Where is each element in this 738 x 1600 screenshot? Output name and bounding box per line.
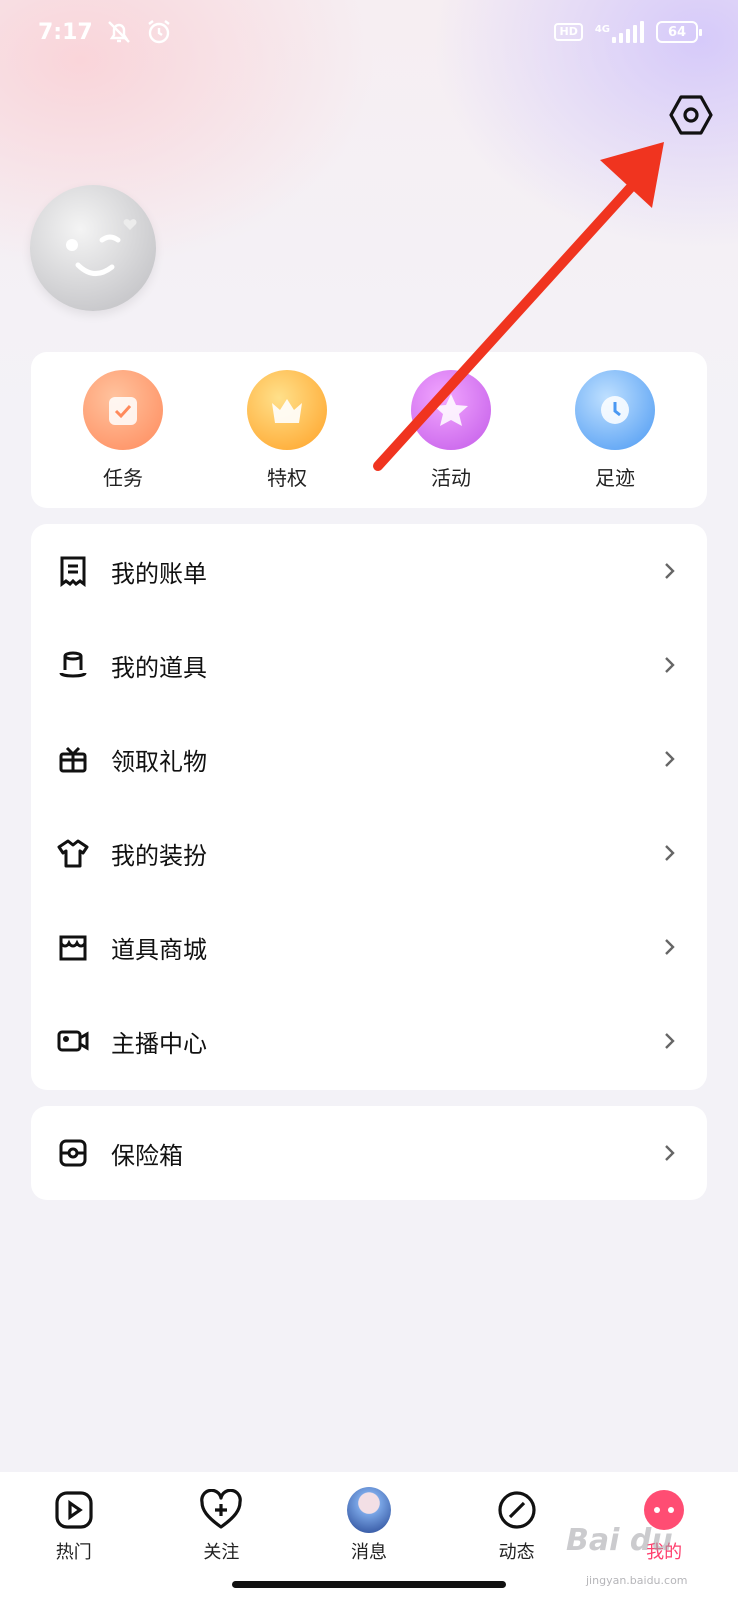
settings-button[interactable] <box>668 92 714 138</box>
star-icon <box>411 369 491 450</box>
chevron-right-icon <box>665 939 675 955</box>
message-avatar-icon <box>346 1487 391 1533</box>
nav-label: 消息 <box>350 1542 387 1563</box>
menu-item-bills[interactable]: 我的账单 <box>31 524 707 618</box>
quick-action-label: 活动 <box>431 465 471 490</box>
menu-item-safe[interactable]: 保险箱 <box>31 1106 707 1200</box>
settings-hexagon-icon <box>669 95 713 135</box>
nav-tab-hot[interactable]: 热门 <box>14 1488 134 1600</box>
slash-circle-icon <box>495 1488 539 1532</box>
quick-action-label: 足迹 <box>595 465 635 490</box>
nav-label: 动态 <box>498 1542 535 1563</box>
menu-item-label: 主播中心 <box>111 1029 207 1058</box>
wink-face-icon <box>66 219 137 276</box>
nav-label: 关注 <box>203 1542 240 1563</box>
mute-bell-icon <box>107 21 130 43</box>
chevron-right-icon <box>665 845 675 861</box>
nav-label: 热门 <box>55 1542 92 1563</box>
video-camera-icon <box>55 1023 91 1059</box>
crown-icon <box>247 369 327 450</box>
alarm-icon <box>148 20 170 44</box>
store-icon <box>55 929 91 965</box>
menu-item-gifts[interactable]: 领取礼物 <box>31 712 707 806</box>
menu-item-outfits[interactable]: 我的装扮 <box>31 806 707 900</box>
quick-action-footprint[interactable]: 足迹 <box>555 369 675 491</box>
bill-icon <box>55 553 91 589</box>
chevron-right-icon <box>665 1145 675 1161</box>
hat-icon <box>55 647 91 683</box>
menu-item-store[interactable]: 道具商城 <box>31 900 707 994</box>
menu-list: 我的账单 我的道具 领取礼物 我的装扮 道具商城 主播中心 <box>31 524 707 1090</box>
menu-item-label: 领取礼物 <box>111 747 207 776</box>
quick-action-privilege[interactable]: 特权 <box>227 369 347 491</box>
status-time: 7:17 <box>38 19 93 45</box>
hd-badge: HD <box>554 23 583 41</box>
gift-icon <box>55 741 91 777</box>
watermark-logo: Bai du <box>566 1523 673 1558</box>
clock-icon <box>575 369 655 450</box>
home-indicator <box>232 1581 506 1588</box>
signal-icon <box>612 21 644 43</box>
menu-item-label: 我的装扮 <box>111 841 207 870</box>
battery-level: 64 <box>667 24 687 40</box>
quick-actions-card: 任务 特权 活动 足迹 <box>31 352 707 508</box>
menu-list-secondary: 保险箱 <box>31 1106 707 1200</box>
menu-item-label: 道具商城 <box>111 935 207 964</box>
chevron-right-icon <box>665 751 675 767</box>
task-icon <box>83 369 163 450</box>
heart-plus-icon <box>199 1488 243 1532</box>
shirt-icon <box>55 835 91 871</box>
menu-item-anchor-center[interactable]: 主播中心 <box>31 994 707 1088</box>
menu-item-label: 我的道具 <box>111 653 207 682</box>
quick-action-activity[interactable]: 活动 <box>391 369 511 491</box>
user-avatar[interactable] <box>30 185 156 311</box>
menu-item-props[interactable]: 我的道具 <box>31 618 707 712</box>
safe-icon <box>55 1135 91 1171</box>
chevron-right-icon <box>665 657 675 673</box>
menu-item-label: 我的账单 <box>111 559 207 588</box>
watermark-url: jingyan.baidu.com <box>586 1574 688 1587</box>
battery-icon: 64 <box>656 21 702 43</box>
quick-action-label: 特权 <box>267 465 307 490</box>
status-bar: 7:17 HD 4G 64 <box>0 0 738 64</box>
menu-item-label: 保险箱 <box>111 1141 183 1170</box>
chevron-right-icon <box>665 1033 675 1049</box>
chevron-right-icon <box>665 563 675 579</box>
quick-action-task[interactable]: 任务 <box>63 369 183 491</box>
network-type: 4G <box>594 24 610 35</box>
play-icon <box>52 1488 96 1532</box>
quick-action-label: 任务 <box>103 465 143 490</box>
